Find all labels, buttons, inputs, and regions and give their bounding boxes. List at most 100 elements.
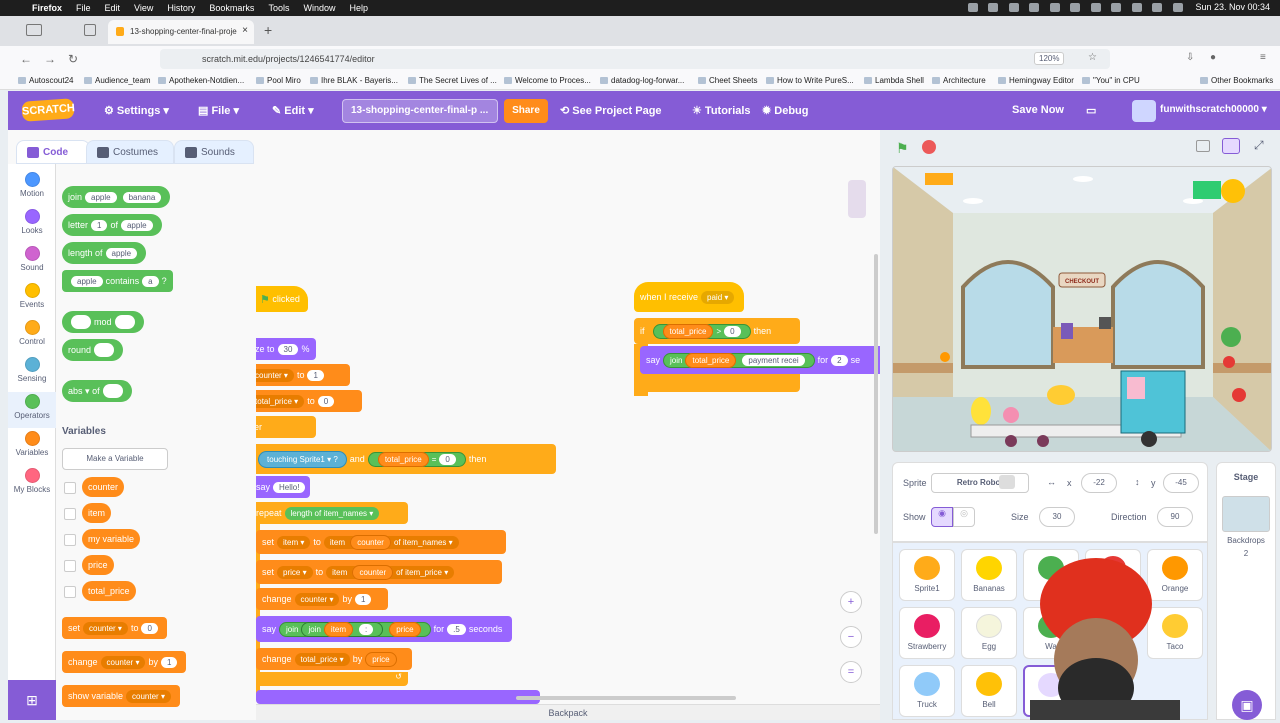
- set-variable-block[interactable]: set counter ▾ to 0: [62, 617, 167, 639]
- block-dropdown[interactable]: counter ▾: [83, 621, 128, 635]
- variable-reporter[interactable]: total_price: [662, 323, 714, 339]
- say-total-block-partial[interactable]: [256, 690, 540, 704]
- settings-menu[interactable]: ⚙ Settings ▾: [104, 104, 169, 117]
- block-input[interactable]: [71, 315, 91, 329]
- join-block[interactable]: join join item: price: [279, 621, 431, 637]
- category-events[interactable]: Events: [8, 283, 56, 309]
- menu-file[interactable]: File: [76, 3, 91, 13]
- y-field[interactable]: -45: [1163, 473, 1199, 493]
- green-flag-icon[interactable]: ⚑: [896, 140, 909, 157]
- block-input[interactable]: 0: [141, 622, 158, 634]
- bookmark-item[interactable]: How to Write PureS...: [766, 76, 854, 85]
- category-motion[interactable]: Motion: [8, 172, 56, 198]
- bookmark-star-icon[interactable]: ☆: [1088, 52, 1097, 63]
- contains-block[interactable]: apple contains a?: [62, 270, 173, 292]
- new-tab-icon[interactable]: +: [264, 22, 272, 38]
- scratch-logo[interactable]: SCRATCH: [21, 98, 75, 122]
- menu-window[interactable]: Window: [303, 3, 335, 13]
- say-hello-block[interactable]: say Hello!: [256, 476, 310, 498]
- block-dropdown[interactable]: total_price ▾: [256, 394, 305, 408]
- message-dropdown[interactable]: paid ▾: [701, 290, 735, 304]
- variable-reporter[interactable]: counter: [82, 477, 125, 497]
- category-my-blocks[interactable]: My Blocks: [8, 468, 56, 494]
- variable-reporter[interactable]: counter: [350, 534, 391, 550]
- category-control[interactable]: Control: [8, 320, 56, 346]
- username-menu[interactable]: funwithscratch00000 ▾: [1160, 104, 1267, 115]
- variable-reporter[interactable]: price: [389, 621, 421, 637]
- join-block[interactable]: join total_price payment recei: [663, 352, 815, 368]
- save-now-button[interactable]: Save Now: [1012, 104, 1064, 116]
- small-stage-icon[interactable]: [1196, 140, 1210, 152]
- block-input[interactable]: 1: [354, 593, 372, 605]
- item-of-list-block[interactable]: item counter of item_names ▾: [323, 534, 459, 550]
- if-then-block[interactable]: if total_price >0 then: [634, 318, 800, 344]
- set-counter-block[interactable]: setcounter ▾to1: [256, 364, 350, 386]
- backpack-bar[interactable]: Backpack: [256, 704, 880, 720]
- sprite-tile[interactable]: Strawberry: [899, 607, 955, 659]
- variable-checkbox[interactable]: [64, 534, 76, 546]
- join-block[interactable]: join apple banana: [62, 186, 171, 208]
- block-input[interactable]: a: [142, 275, 159, 287]
- debug-button[interactable]: ✹ Debug: [762, 104, 809, 117]
- block-input[interactable]: 0: [724, 325, 741, 337]
- clock[interactable]: Sun 23. Nov 00:34: [1195, 2, 1270, 12]
- see-project-page-button[interactable]: ⟲ See Project Page: [560, 104, 662, 117]
- category-sensing[interactable]: Sensing: [8, 357, 56, 383]
- tutorials-button[interactable]: ☀ Tutorials: [692, 104, 751, 117]
- bookmark-item[interactable]: Lambda Shell: [864, 76, 924, 85]
- my-stuff-folder-icon[interactable]: ▭: [1086, 104, 1096, 117]
- zoom-icon[interactable]: [988, 3, 999, 13]
- forward-icon[interactable]: →: [44, 52, 56, 66]
- reload-icon[interactable]: ↻: [68, 52, 78, 66]
- browser-tab[interactable]: 13-shopping-center-final-proje ×: [108, 20, 254, 44]
- dropdown-value[interactable]: item_price: [405, 568, 442, 577]
- block-input[interactable]: apple: [85, 191, 117, 203]
- stop-icon[interactable]: [922, 140, 936, 154]
- block-dropdown[interactable]: counter ▾: [126, 689, 171, 703]
- letter-of-block[interactable]: letter 1 of apple: [62, 214, 162, 236]
- keyboard-icon[interactable]: [1111, 3, 1122, 13]
- item-of-list-block[interactable]: item counter of item_price ▾: [326, 564, 455, 580]
- lock-icon[interactable]: [1090, 3, 1101, 13]
- sprite-tile[interactable]: Bananas: [961, 549, 1017, 601]
- block-input[interactable]: apple: [105, 247, 138, 259]
- control-center-icon[interactable]: [1172, 3, 1183, 13]
- x-field[interactable]: -22: [1081, 473, 1117, 493]
- tab-overview-icon[interactable]: [84, 24, 96, 36]
- make-variable-button[interactable]: Make a Variable: [62, 448, 168, 470]
- block-dropdown[interactable]: item ▾: [277, 535, 311, 549]
- dropdown-value[interactable]: item_names: [323, 509, 367, 518]
- zoom-in-icon[interactable]: +: [840, 591, 862, 613]
- category-variables[interactable]: Variables: [8, 431, 56, 457]
- block-input[interactable]: Hello!: [273, 481, 306, 493]
- block-dropdown[interactable]: counter ▾: [100, 655, 146, 669]
- bookmark-item[interactable]: Cheet Sheets: [698, 76, 757, 85]
- sprite-tile[interactable]: Bell: [961, 665, 1017, 717]
- variable-reporter[interactable]: total_price: [377, 451, 429, 467]
- variable-checkbox[interactable]: [64, 560, 76, 572]
- set-item-block[interactable]: set item ▾ to item counter of item_names ▾: [256, 530, 506, 554]
- set-total-price-block[interactable]: settotal_price ▾to0: [256, 390, 362, 412]
- share-button[interactable]: Share: [504, 99, 548, 123]
- search-icon[interactable]: [1152, 3, 1163, 13]
- menu-tools[interactable]: Tools: [268, 3, 289, 13]
- show-eye-icon[interactable]: ◉: [931, 507, 953, 527]
- length-of-block[interactable]: length of apple: [62, 242, 147, 264]
- vpn-icon[interactable]: [1070, 3, 1081, 13]
- block-input[interactable]: .5: [447, 623, 466, 635]
- join-block[interactable]: join item:: [301, 621, 384, 637]
- variable-reporter[interactable]: counter: [352, 564, 394, 580]
- bookmark-item[interactable]: Other Bookmarks: [1200, 76, 1273, 85]
- dropdown-value[interactable]: item_names: [403, 538, 447, 547]
- block-input[interactable]: 0: [317, 395, 335, 407]
- block-input[interactable]: apple: [71, 275, 103, 287]
- set-size-block[interactable]: set size to30%: [256, 338, 316, 360]
- edit-menu[interactable]: ✎ Edit ▾: [272, 104, 314, 117]
- drive-icon[interactable]: [1049, 3, 1060, 13]
- bookmark-item[interactable]: Ihre BLAK - Bayeris...: [310, 76, 398, 85]
- sync-icon[interactable]: [1008, 3, 1019, 13]
- block-dropdown[interactable]: price ▾: [277, 565, 313, 579]
- block-input[interactable]: [102, 384, 123, 398]
- block-input[interactable]: 30: [277, 343, 299, 355]
- menu-view[interactable]: View: [134, 3, 153, 13]
